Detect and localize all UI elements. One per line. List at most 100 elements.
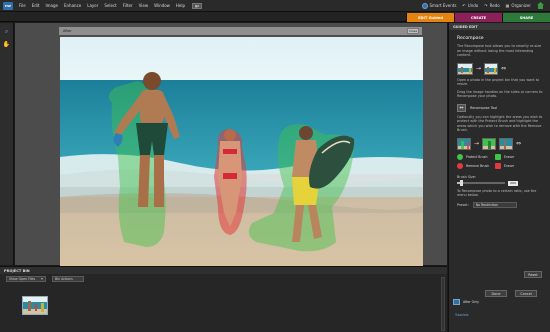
menu-edit[interactable]: Edit xyxy=(32,3,40,8)
remove-brush-icon xyxy=(457,162,463,169)
guided-edit-panel: GUIDED EDIT Recompose The Recompose tool… xyxy=(448,23,550,332)
redo-label: Redo xyxy=(489,3,500,8)
recompose-tool-label: Recompose Tool xyxy=(470,105,498,110)
organizer-label: Organizer xyxy=(511,3,531,8)
bin-scrollbar[interactable] xyxy=(441,277,445,331)
menu-bar: PSE File Edit Image Enhance Layer Select… xyxy=(0,0,550,12)
home-icon[interactable] xyxy=(537,2,544,9)
undo-button[interactable]: ↶ Undo xyxy=(462,3,478,8)
bin-thumbnail-image xyxy=(23,297,47,314)
brush-size-value[interactable]: 200 xyxy=(508,180,518,186)
cancel-button[interactable]: Cancel xyxy=(515,290,537,297)
recompose-tool-button[interactable]: ⇔ Recompose Tool xyxy=(457,103,550,112)
protect-brush-button[interactable]: Protect Brush xyxy=(457,153,495,160)
brush-size-handle[interactable] xyxy=(459,180,463,186)
reset-button[interactable]: Reset xyxy=(524,271,542,278)
calendar-icon xyxy=(421,2,428,9)
preset-label: Preset: xyxy=(457,202,469,207)
tab-create[interactable]: CREATE xyxy=(454,13,502,22)
bin-actions-button[interactable]: Bin Actions xyxy=(52,276,84,282)
view-mode-label: After Only xyxy=(463,300,479,304)
beach-photo-image xyxy=(60,37,423,269)
panel-step-open: Open a photo in the project bin that you… xyxy=(457,77,540,87)
tab-share[interactable]: SHARE xyxy=(502,13,550,22)
preset-row: Preset: No Restriction xyxy=(457,201,550,208)
illustration-before xyxy=(457,62,473,75)
brush-illustration-1 xyxy=(457,137,471,150)
panel-step-drag: Drag the image handles on the sides or c… xyxy=(457,89,543,99)
done-button[interactable]: Done xyxy=(485,290,507,297)
redo-icon: ↷ xyxy=(484,3,488,8)
brush-size-track[interactable] xyxy=(457,180,505,186)
preset-description: To Recompose photo to a certain ratio, u… xyxy=(457,188,537,198)
protect-brush-icon xyxy=(457,153,463,160)
brush-size-label: Brush Size: xyxy=(457,174,476,179)
workspace-layout-button[interactable]: ▦▾ xyxy=(192,2,203,9)
beach-photo[interactable] xyxy=(60,37,423,269)
document-title-bar: After Close xyxy=(59,27,422,35)
undo-icon: ↶ xyxy=(462,3,466,8)
undo-label: Undo xyxy=(467,3,479,8)
resize-handle-icon: ⇔ xyxy=(516,140,522,147)
recompose-tool-icon: ⇔ xyxy=(457,103,466,112)
protect-eraser-button[interactable]: Eraser xyxy=(495,153,533,160)
preset-select[interactable]: No Restriction xyxy=(472,201,517,208)
project-bin-header: PROJECT BIN xyxy=(0,267,447,274)
smart-events-label: Smart Events xyxy=(429,3,457,8)
mode-tabs: EDIT Guided CREATE SHARE xyxy=(406,13,550,22)
remove-eraser-button[interactable]: Eraser xyxy=(495,162,533,169)
tools-bar: ⌕ ✋ xyxy=(0,23,14,265)
brush-tools: Protect Brush Eraser Remove Brush Eraser xyxy=(457,153,550,169)
bin-thumbnail[interactable] xyxy=(22,296,48,315)
tab-strip: EDIT Guided CREATE SHARE xyxy=(0,12,550,22)
remove-brush-button[interactable]: Remove Brush xyxy=(457,162,495,169)
document-title: After xyxy=(63,29,72,33)
panel-actions: Done Cancel xyxy=(485,290,537,297)
protect-eraser-label: Eraser xyxy=(504,154,515,159)
close-document-button[interactable]: Close xyxy=(407,28,419,34)
tutorials-link[interactable]: Tutorials xyxy=(455,313,468,317)
resize-handle-icon: ⇔ xyxy=(501,65,507,72)
bin-source-select[interactable]: Show Open Files xyxy=(6,276,46,282)
app-logo: PSE xyxy=(3,1,13,10)
project-bin-toolbar: Show Open Files Bin Actions xyxy=(0,274,447,284)
organizer-icon: ▦ xyxy=(505,3,510,8)
panel-header: GUIDED EDIT xyxy=(449,23,550,30)
project-bin: PROJECT BIN Show Open Files Bin Actions xyxy=(0,266,447,332)
menu-layer[interactable]: Layer xyxy=(87,3,98,8)
eraser-icon xyxy=(495,162,501,169)
recompose-illustration: → ⇔ xyxy=(457,62,550,75)
brush-size-slider[interactable]: 200 xyxy=(457,180,550,186)
organizer-button[interactable]: ▦ Organizer xyxy=(506,3,531,8)
menu-file[interactable]: File xyxy=(19,3,26,8)
canvas-area: After Close xyxy=(15,23,447,269)
smart-events-button[interactable]: Smart Events xyxy=(421,2,457,9)
menu-enhance[interactable]: Enhance xyxy=(64,3,81,8)
brush-illustration: → ⇔ xyxy=(457,137,550,150)
illustration-after xyxy=(484,62,499,75)
menu-filter[interactable]: Filter xyxy=(123,3,133,8)
menu-select[interactable]: Select xyxy=(104,3,116,8)
menu-help[interactable]: Help xyxy=(176,3,185,8)
view-mode-selector[interactable]: After Only xyxy=(453,299,479,305)
menu-window[interactable]: Window xyxy=(154,3,170,8)
panel-optional-text: Optionally you can highlight the areas y… xyxy=(457,114,543,133)
brush-illustration-2 xyxy=(482,137,497,150)
view-mode-icon xyxy=(453,299,460,305)
menu-view[interactable]: View xyxy=(139,3,149,8)
arrow-right-icon: → xyxy=(476,65,482,72)
remove-brush-label: Remove Brush xyxy=(466,163,490,168)
zoom-tool-icon[interactable]: ⌕ xyxy=(2,27,11,36)
arrow-right-icon: → xyxy=(474,140,480,147)
brush-illustration-3 xyxy=(499,137,514,150)
menubar-right: Smart Events ↶ Undo ↷ Redo ▦ Organizer xyxy=(421,2,544,9)
protect-brush-label: Protect Brush xyxy=(466,154,488,159)
hand-tool-icon[interactable]: ✋ xyxy=(2,40,11,49)
redo-button[interactable]: ↷ Redo xyxy=(484,3,499,8)
menu-image[interactable]: Image xyxy=(45,3,58,8)
panel-intro-text: The Recompose tool allows you to smartly… xyxy=(457,44,542,57)
panel-title: Recompose xyxy=(457,36,484,41)
tab-edit[interactable]: EDIT Guided xyxy=(406,13,454,22)
remove-eraser-label: Eraser xyxy=(504,163,515,168)
eraser-icon xyxy=(495,153,501,160)
